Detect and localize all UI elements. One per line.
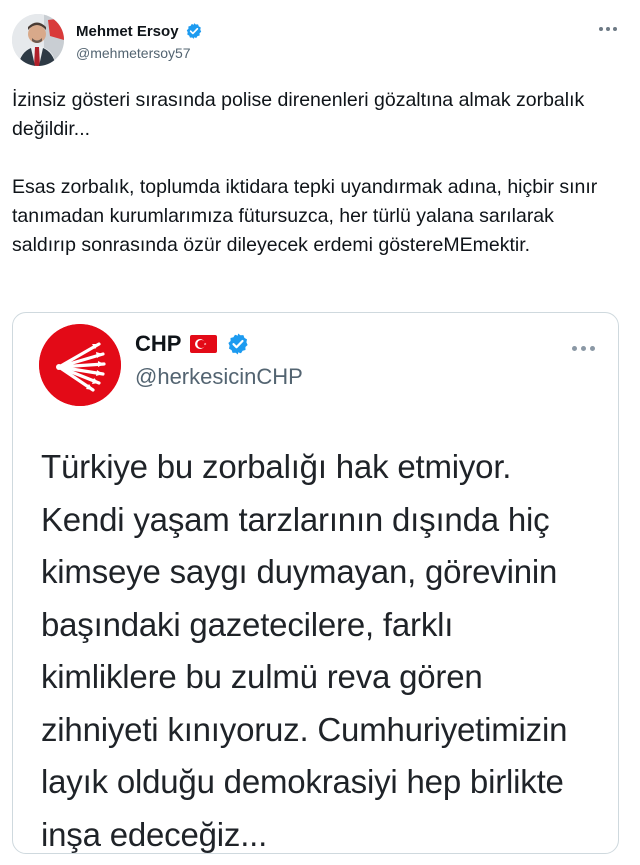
tweet-paragraph: İzinsiz gösteri sırasında polise direnen… [12,89,585,140]
avatar[interactable] [12,14,64,66]
quoted-author-handle[interactable]: @herkesicinCHP [135,364,303,390]
quoted-tweet-card[interactable]: CHP @herkesicinCHP Türkiye bu zorbalığı … [12,312,619,854]
quoted-text-line: Kendi yaşam tarzlarının dışında hiç [41,500,550,538]
author-name-row: Mehmet Ersoy [76,22,203,40]
avatar-photo-icon [12,14,64,66]
more-options-icon[interactable] [596,20,620,38]
quoted-text-line: layık olduğu demokrasiyi hep birlikte [41,763,564,800]
quoted-text-line: başındaki gazetecilere, farklı [41,605,454,643]
quoted-text-line: kimliklere bu zulmü reva gören [41,658,483,695]
quoted-tweet-body: Türkiye bu zorbalığı hak etmiyor. Kendi … [41,441,611,861]
turkey-flag-icon [190,335,218,353]
verified-badge-icon [186,23,201,39]
chp-six-arrows-icon [39,324,121,406]
author-handle[interactable]: @mehmetersoy57 [76,45,191,61]
quoted-text-line: kimseye saygı duymayan, görevinin [41,553,558,590]
quoted-more-options-icon[interactable] [568,341,598,355]
quoted-author-name[interactable]: CHP [135,331,181,357]
author-name[interactable]: Mehmet Ersoy [76,23,179,40]
verified-badge-icon [228,333,249,355]
quoted-text-line: zihniyeti kınıyoruz. Cumhuriyetimizin [41,710,568,748]
quoted-text-line: inşa edeceğiz... [41,815,268,853]
tweet-body: İzinsiz gösteri sırasında polise direnen… [12,86,622,260]
tweet-paragraph: Esas zorbalık, toplumda iktidara tepki u… [12,176,598,256]
tweet-header: Mehmet Ersoy @mehmetersoy57 [12,14,628,70]
quoted-text-line: Türkiye bu zorbalığı hak etmiyor. [41,448,512,485]
chp-logo-avatar[interactable] [39,324,121,406]
quoted-author-name-row: CHP [135,331,250,357]
